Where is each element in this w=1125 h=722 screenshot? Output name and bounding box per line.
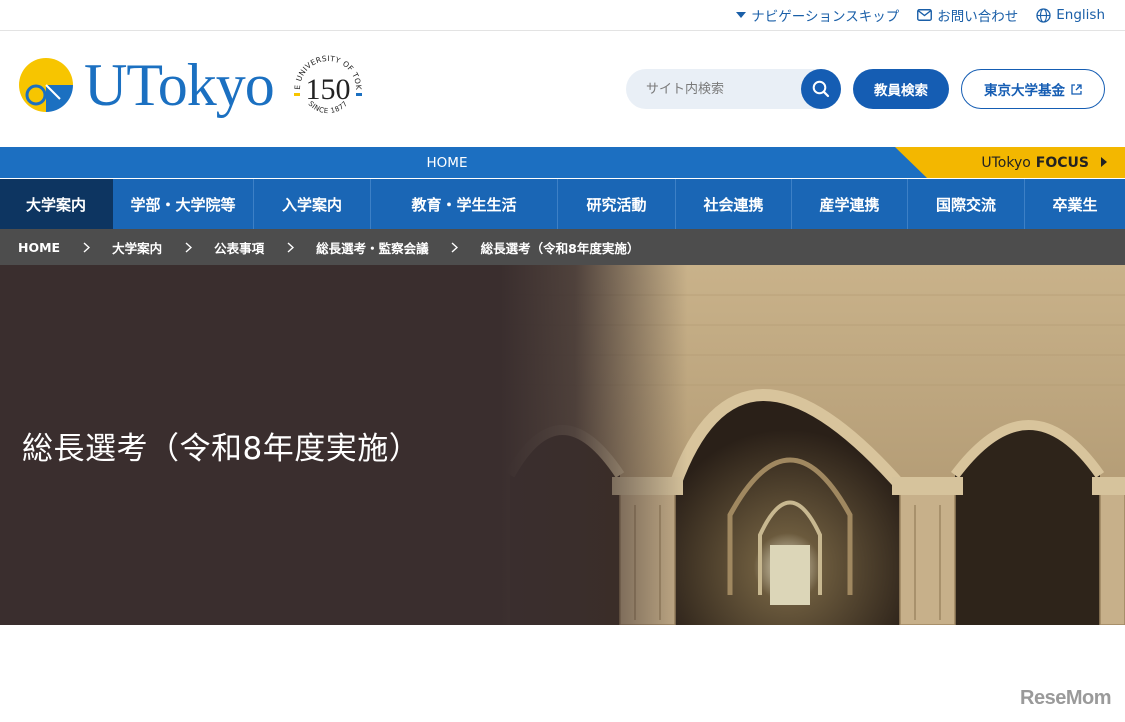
chevron-right-icon — [264, 241, 316, 253]
nav-item-research[interactable]: 研究活動 — [558, 179, 676, 229]
main-navigation: 大学案内 学部・大学院等 入学案内 教育・学生生活 研究活動 社会連携 産学連携… — [0, 179, 1125, 229]
breadcrumb: HOME 大学案内 公表事項 総長選考・監察会議 総長選考（令和8年度実施） — [0, 229, 1125, 265]
nav-item-alumni[interactable]: 卒業生 — [1025, 179, 1125, 229]
skip-navigation-label: ナビゲーションスキップ — [751, 9, 900, 25]
faculty-search-button[interactable]: 教員検索 — [853, 69, 949, 109]
utokyo-fund-label: 東京大学基金 — [984, 83, 1065, 99]
utokyo-logo[interactable]: UTokyo — [16, 52, 275, 118]
ginkgo-leaf-icon — [19, 58, 73, 112]
skip-navigation-link[interactable]: ナビゲーションスキップ — [736, 5, 899, 25]
nav-item-admissions[interactable]: 入学案内 — [254, 179, 371, 229]
utility-links: ナビゲーションスキップ お問い合わせ English — [736, 0, 1105, 30]
faculty-search-label: 教員検索 — [874, 83, 928, 99]
caret-down-icon — [736, 12, 747, 18]
site-header: UTokyo THE UNIVERSITY OF TOKYO 150 SINCE… — [0, 31, 1125, 147]
breadcrumb-item[interactable]: 総長選考・監察会議 — [316, 238, 429, 257]
external-link-icon — [1071, 83, 1082, 95]
home-bar: HOME UTokyo FOCUS — [0, 147, 1125, 178]
mail-icon — [917, 9, 933, 21]
breadcrumb-item[interactable]: HOME — [18, 240, 60, 255]
nav-item-social-collaboration[interactable]: 社会連携 — [676, 179, 792, 229]
contact-link[interactable]: お問い合わせ — [917, 5, 1018, 25]
breadcrumb-current: 総長選考（令和8年度実施） — [480, 240, 640, 256]
nav-item-industry-collaboration[interactable]: 産学連携 — [792, 179, 908, 229]
hero-banner: 総長選考（令和8年度実施） — [0, 265, 1125, 625]
search-button[interactable] — [801, 69, 841, 109]
focus-bold: FOCUS — [1035, 154, 1089, 171]
english-label: English — [1056, 7, 1105, 23]
globe-icon — [1036, 7, 1051, 23]
site-search — [626, 69, 841, 109]
page-title: 総長選考（令和8年度実施） — [22, 431, 421, 467]
utokyo-wordmark: UTokyo — [84, 52, 275, 118]
nav-item-about[interactable]: 大学案内 — [0, 179, 113, 229]
focus-prefix: UTokyo — [981, 154, 1031, 171]
gothic-arcade-photo — [500, 265, 1125, 625]
utility-bar: ナビゲーションスキップ お問い合わせ English — [0, 0, 1125, 31]
resemom-watermark: ReseMom — [1020, 687, 1111, 709]
chevron-right-icon — [162, 241, 214, 253]
home-link[interactable]: HOME — [0, 147, 894, 178]
caret-right-icon — [1101, 157, 1107, 167]
nav-item-faculties[interactable]: 学部・大学院等 — [113, 179, 254, 229]
english-link[interactable]: English — [1036, 7, 1105, 23]
chevron-right-icon — [60, 241, 112, 253]
breadcrumb-item[interactable]: 大学案内 — [112, 238, 162, 257]
chevron-right-icon — [429, 241, 481, 253]
utokyo-focus-link[interactable]: UTokyo FOCUS — [895, 147, 1125, 178]
breadcrumb-item[interactable]: 公表事項 — [214, 238, 264, 257]
nav-item-education-student-life[interactable]: 教育・学生生活 — [371, 179, 558, 229]
utokyo-fund-button[interactable]: 東京大学基金 — [961, 69, 1105, 109]
nav-item-international[interactable]: 国際交流 — [908, 179, 1025, 229]
contact-label: お問い合わせ — [937, 9, 1019, 25]
search-icon — [812, 80, 830, 98]
150th-anniversary-seal: THE UNIVERSITY OF TOKYO 150 SINCE 1877 — [288, 49, 363, 115]
